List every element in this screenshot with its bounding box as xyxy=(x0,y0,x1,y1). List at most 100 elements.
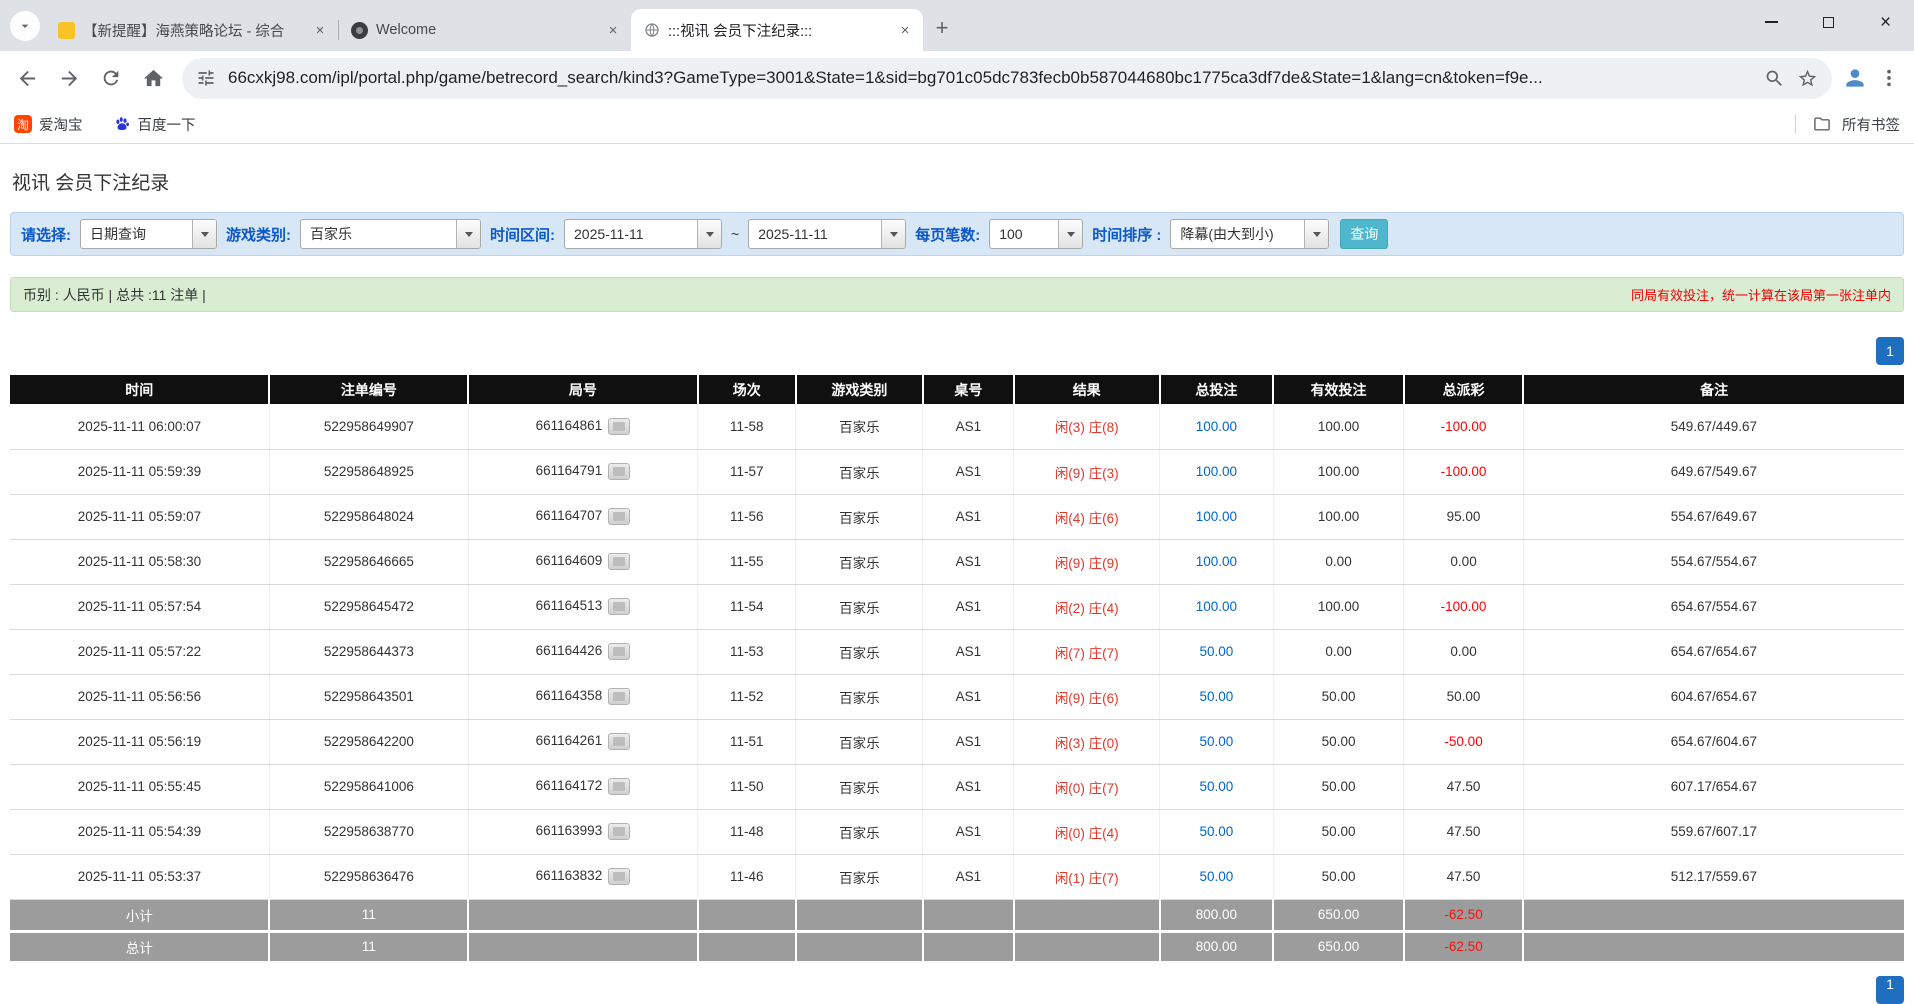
total-bet-link[interactable]: 100.00 xyxy=(1196,509,1237,524)
chevron-down-icon[interactable] xyxy=(1304,220,1329,248)
cell-round: 661164707 xyxy=(468,494,699,540)
total-bet-link[interactable]: 50.00 xyxy=(1200,644,1234,659)
cell-note: 604.67/654.67 xyxy=(1523,674,1904,720)
cell-note: 654.67/654.67 xyxy=(1523,629,1904,675)
bookmark-taobao[interactable]: 淘 爱淘宝 xyxy=(14,114,83,135)
table-row: 2025-11-11 05:53:37 522958636476 661163832… xyxy=(10,854,1904,900)
date-to-picker[interactable]: 2025-11-11 xyxy=(748,219,907,249)
chevron-down-icon xyxy=(17,18,33,34)
new-tab-button[interactable]: + xyxy=(927,13,957,43)
tab-close-icon[interactable]: × xyxy=(895,20,915,40)
tab-welcome[interactable]: Welcome × xyxy=(339,9,631,51)
view-cards-icon[interactable] xyxy=(608,598,631,615)
result-player: 闲(3) xyxy=(1054,735,1085,751)
cell-result: 闲(3) 庄(8) xyxy=(1013,404,1161,450)
cell-payout: -100.00 xyxy=(1403,404,1524,450)
welcome-favicon-icon xyxy=(351,21,368,39)
tab-close-icon[interactable]: × xyxy=(603,20,623,40)
chevron-down-icon[interactable] xyxy=(881,220,906,248)
total-bet-link[interactable]: 50.00 xyxy=(1200,824,1234,839)
cell-result: 闲(1) 庄(7) xyxy=(1013,854,1161,900)
page-1-button[interactable]: 1 xyxy=(1876,337,1904,365)
all-bookmarks[interactable]: 所有书签 xyxy=(1795,114,1900,135)
view-cards-icon[interactable] xyxy=(608,417,631,435)
total-bet-link[interactable]: 50.00 xyxy=(1200,869,1234,884)
total-bet-link[interactable]: 50.00 xyxy=(1200,689,1234,704)
zoom-icon[interactable] xyxy=(1764,68,1785,89)
cell-total-bet: 100.00 xyxy=(1159,494,1274,540)
view-cards-icon[interactable] xyxy=(608,643,631,660)
view-cards-icon[interactable] xyxy=(608,868,631,885)
result-banker: 庄(7) xyxy=(1088,870,1119,886)
game-type-dropdown[interactable]: 百家乐 xyxy=(300,219,481,249)
tab-title: Welcome xyxy=(376,22,437,38)
view-cards-icon[interactable] xyxy=(608,688,631,705)
cell-session: 11-50 xyxy=(697,764,797,810)
total-bet-link[interactable]: 100.00 xyxy=(1196,464,1237,479)
column-header-time: 时间 xyxy=(10,375,271,404)
home-button[interactable] xyxy=(134,59,172,97)
view-cards-icon[interactable] xyxy=(608,823,631,840)
cell-time: 2025-11-11 05:56:56 xyxy=(10,674,270,720)
cell-valid-bet: 50.00 xyxy=(1273,809,1405,855)
chevron-down-icon[interactable] xyxy=(456,220,480,248)
view-cards-icon[interactable] xyxy=(608,553,631,570)
bookmark-baidu[interactable]: 百度一下 xyxy=(113,114,196,135)
cell-payout: 47.50 xyxy=(1403,809,1524,855)
tab-close-icon[interactable]: × xyxy=(310,20,330,40)
cell-result: 闲(0) 庄(4) xyxy=(1013,809,1161,855)
cell-round: 661164861 xyxy=(468,404,699,450)
cell-payout: 50.00 xyxy=(1403,674,1524,720)
url-text[interactable]: 66cxkj98.com/ipl/portal.php/game/betreco… xyxy=(228,68,1752,88)
cell-bet-id: 522958642200 xyxy=(269,719,469,765)
table-row: 2025-11-11 05:54:39 522958638770 661163993… xyxy=(10,809,1904,855)
cell-table-no: AS1 xyxy=(922,629,1015,675)
query-button[interactable]: 查询 xyxy=(1340,219,1389,249)
column-header-round: 局号 xyxy=(468,375,699,404)
tab-forum[interactable]: 【新提醒】海燕策略论坛 - 综合 × xyxy=(46,9,338,51)
globe-icon xyxy=(643,22,660,39)
bookmark-star-icon[interactable] xyxy=(1797,68,1818,89)
column-header-total-bet: 总投注 xyxy=(1159,375,1275,404)
cell-result: 闲(9) 庄(9) xyxy=(1013,539,1161,585)
cell-valid-bet: 0.00 xyxy=(1273,629,1405,675)
tab-search-button[interactable] xyxy=(10,11,40,41)
minimize-button[interactable] xyxy=(1743,0,1800,44)
total-bet-link[interactable]: 100.00 xyxy=(1196,554,1237,569)
view-cards-icon[interactable] xyxy=(608,508,631,525)
tab-bet-records-active[interactable]: :::视讯 会员下注纪录::: × xyxy=(631,9,923,51)
total-bet-link[interactable]: 100.00 xyxy=(1196,599,1237,614)
payout-value: 47.50 xyxy=(1446,779,1481,794)
chevron-down-icon[interactable] xyxy=(1058,220,1083,248)
chevron-down-icon[interactable] xyxy=(192,220,216,248)
cell-result: 闲(0) 庄(7) xyxy=(1013,764,1161,810)
table-row: 2025-11-11 06:00:07 522958649907 661164861… xyxy=(10,404,1904,450)
view-cards-icon[interactable] xyxy=(608,733,631,750)
cell-game-type: 百家乐 xyxy=(795,449,924,495)
page-size-dropdown[interactable]: 100 xyxy=(989,219,1084,249)
menu-dots-icon[interactable] xyxy=(1878,67,1900,89)
date-from-picker[interactable]: 2025-11-11 xyxy=(564,219,722,249)
maximize-button[interactable] xyxy=(1800,0,1857,44)
address-bar[interactable]: 66cxkj98.com/ipl/portal.php/game/betreco… xyxy=(182,57,1832,99)
back-button[interactable] xyxy=(8,59,46,97)
view-cards-icon[interactable] xyxy=(608,463,631,480)
cell-note: 512.17/559.67 xyxy=(1523,854,1904,900)
total-bet-link[interactable]: 100.00 xyxy=(1196,419,1237,434)
close-button[interactable]: × xyxy=(1857,0,1914,44)
select-mode-dropdown[interactable]: 日期查询 xyxy=(80,219,217,249)
reload-button[interactable] xyxy=(92,59,130,97)
profile-icon[interactable] xyxy=(1842,65,1868,91)
chevron-down-icon[interactable] xyxy=(697,220,721,248)
pagination-bottom-button[interactable]: 1 xyxy=(1876,976,1904,1004)
forward-button[interactable] xyxy=(50,59,88,97)
total-bet-link[interactable]: 50.00 xyxy=(1200,779,1234,794)
view-cards-icon[interactable] xyxy=(608,778,631,795)
cell-valid-bet: 50.00 xyxy=(1273,854,1405,900)
site-settings-icon[interactable] xyxy=(196,68,216,88)
sort-label: 时间排序 : xyxy=(1092,226,1162,244)
total-bet-link[interactable]: 50.00 xyxy=(1200,734,1234,749)
sort-dropdown[interactable]: 降幕(由大到小) xyxy=(1170,219,1330,249)
table-row: 2025-11-11 05:57:22 522958644373 661164426… xyxy=(10,629,1904,675)
result-player: 闲(9) xyxy=(1054,690,1085,706)
